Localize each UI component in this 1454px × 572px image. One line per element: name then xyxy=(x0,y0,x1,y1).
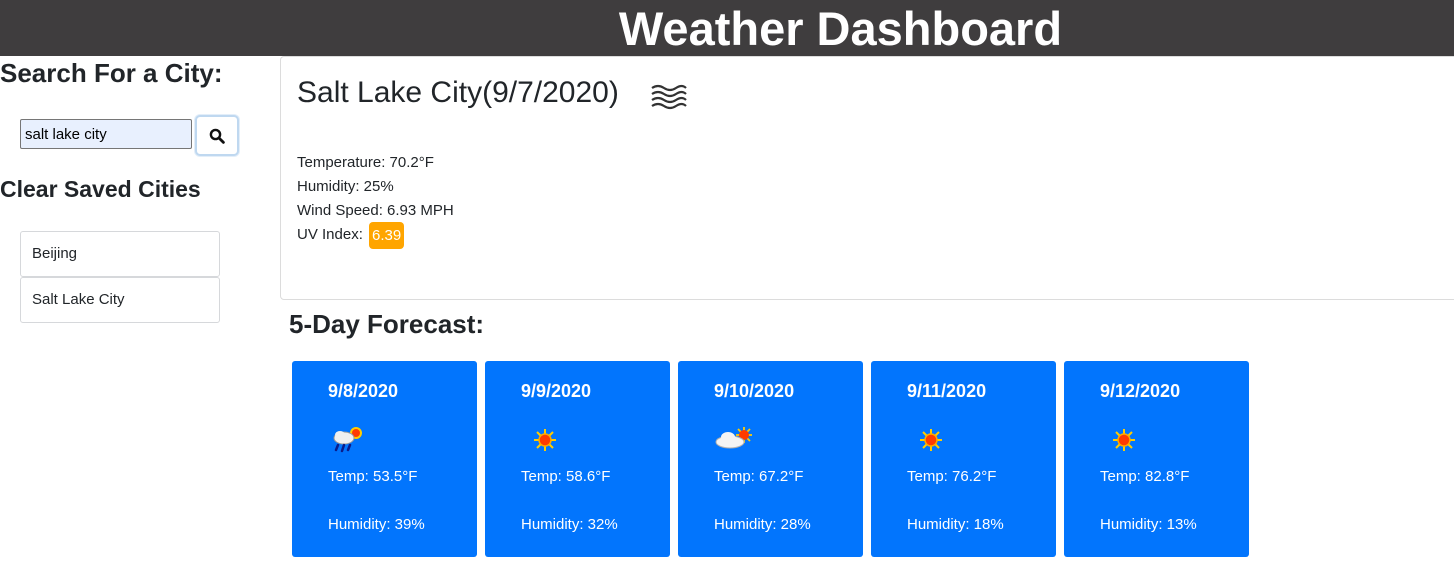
uv-index-badge: 6.39 xyxy=(369,222,405,249)
forecast-card: 9/11/2020 Temp: 76.2°F Humidity: 18% xyxy=(871,361,1056,557)
sun-icon xyxy=(534,429,556,451)
forecast-temp: Temp: 58.6°F xyxy=(521,468,611,485)
search-button[interactable] xyxy=(195,115,239,156)
forecast-temp: Temp: 67.2°F xyxy=(714,468,804,485)
forecast-date: 9/12/2020 xyxy=(1100,381,1181,401)
saved-cities-list: Beijing Salt Lake City xyxy=(20,231,220,323)
current-uv-label: UV Index: xyxy=(297,226,363,243)
search-input[interactable] xyxy=(20,119,192,149)
current-city-title: Salt Lake City(9/7/2020) xyxy=(297,76,619,109)
forecast-card: 9/12/2020 Temp: 82.8°F Humidity: 13% xyxy=(1064,361,1249,557)
forecast-date: 9/10/2020 xyxy=(714,381,795,401)
mist-icon xyxy=(651,84,687,110)
search-icon xyxy=(209,128,225,144)
forecast-card: 9/9/2020 Temp: 58.6°F Humidity: 32% xyxy=(485,361,670,557)
current-temperature: Temperature: 70.2°F xyxy=(297,154,434,171)
forecast-humidity: Humidity: 18% xyxy=(907,516,1004,533)
forecast-humidity: Humidity: 39% xyxy=(328,516,425,533)
forecast-card: 9/10/2020 Temp: 67.2°F Humidity: 28% xyxy=(678,361,863,557)
forecast-date: 9/11/2020 xyxy=(907,381,987,401)
forecast-temp: Temp: 53.5°F xyxy=(328,468,418,485)
search-heading: Search For a City: xyxy=(0,58,223,88)
forecast-date: 9/9/2020 xyxy=(521,381,592,401)
forecast-humidity: Humidity: 28% xyxy=(714,516,811,533)
forecast-date: 9/8/2020 xyxy=(328,381,399,401)
forecast-heading: 5-Day Forecast: xyxy=(289,309,485,339)
clear-saved-cities-button[interactable]: Clear Saved Cities xyxy=(0,176,201,203)
forecast-card: 9/8/2020 Temp: 53.5°F Humidity: 39% xyxy=(292,361,477,557)
rain-sun-icon xyxy=(333,427,362,453)
cloud-sun-icon xyxy=(715,427,752,449)
forecast-humidity: Humidity: 32% xyxy=(521,516,618,533)
current-wind-speed: Wind Speed: 6.93 MPH xyxy=(297,202,454,219)
saved-city-salt-lake-city[interactable]: Salt Lake City xyxy=(20,277,220,323)
forecast-temp: Temp: 82.8°F xyxy=(1100,468,1190,485)
current-humidity: Humidity: 25% xyxy=(297,178,394,195)
header-bar: Weather Dashboard xyxy=(0,0,1454,56)
page-title: Weather Dashboard xyxy=(618,2,1063,55)
sun-icon xyxy=(920,429,942,451)
saved-city-beijing[interactable]: Beijing xyxy=(20,231,220,277)
forecast-temp: Temp: 76.2°F xyxy=(907,468,997,485)
sun-icon xyxy=(1113,429,1135,451)
forecast-humidity: Humidity: 13% xyxy=(1100,516,1197,533)
